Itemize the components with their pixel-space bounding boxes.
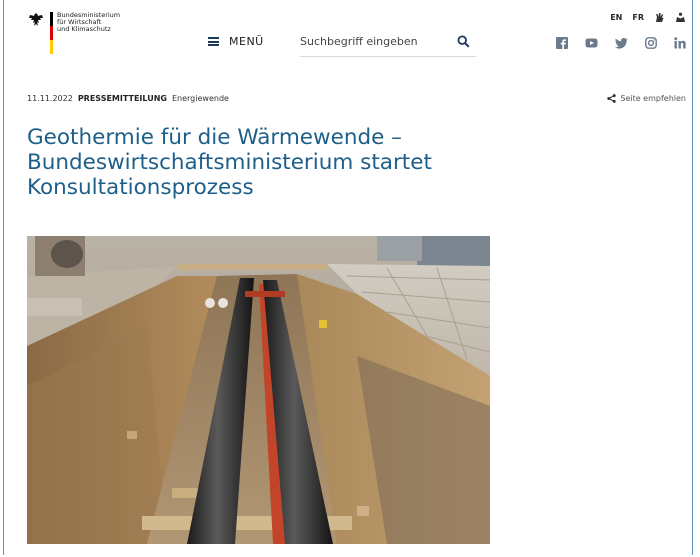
article-type: PRESSEMITTEILUNG bbox=[77, 94, 167, 103]
share-icon bbox=[607, 94, 617, 103]
article-meta: 11.11.2022 PRESSEMITTEILUNG Energiewende bbox=[27, 94, 229, 103]
menu-button[interactable]: MENÜ bbox=[208, 35, 264, 48]
facebook-icon[interactable] bbox=[556, 37, 568, 49]
easy-language-icon[interactable] bbox=[675, 12, 686, 23]
article-image bbox=[27, 236, 490, 544]
linkedin-icon[interactable] bbox=[674, 37, 686, 49]
lang-fr-link[interactable]: FR bbox=[632, 13, 644, 22]
instagram-icon[interactable] bbox=[645, 37, 657, 49]
ministry-line: und Klimaschutz bbox=[57, 25, 111, 33]
social-links bbox=[556, 37, 686, 49]
youtube-icon[interactable] bbox=[585, 38, 598, 48]
lang-en-link[interactable]: EN bbox=[610, 13, 622, 22]
share-page-link[interactable]: Seite empfehlen bbox=[607, 94, 686, 103]
sign-language-icon[interactable] bbox=[654, 12, 665, 23]
share-label: Seite empfehlen bbox=[620, 94, 686, 103]
page-title: Geothermie für die Wärmewende – Bundeswi… bbox=[27, 125, 432, 200]
article-date: 11.11.2022 bbox=[27, 94, 73, 103]
search-icon[interactable] bbox=[457, 35, 470, 48]
hamburger-icon bbox=[208, 37, 219, 46]
trench-pipes-illustration bbox=[27, 236, 490, 544]
ministry-logo[interactable]: Bundesministerium für Wirtschaft und Kli… bbox=[28, 12, 120, 54]
twitter-icon[interactable] bbox=[615, 37, 628, 49]
german-flag-bar bbox=[50, 12, 53, 54]
article-category[interactable]: Energiewende bbox=[172, 94, 229, 103]
search-input[interactable] bbox=[300, 35, 450, 48]
ministry-name: Bundesministerium für Wirtschaft und Kli… bbox=[57, 12, 120, 33]
language-switcher: EN FR bbox=[610, 12, 686, 23]
search-bar bbox=[300, 30, 476, 57]
menu-label: MENÜ bbox=[229, 35, 264, 48]
eagle-icon bbox=[29, 13, 43, 26]
